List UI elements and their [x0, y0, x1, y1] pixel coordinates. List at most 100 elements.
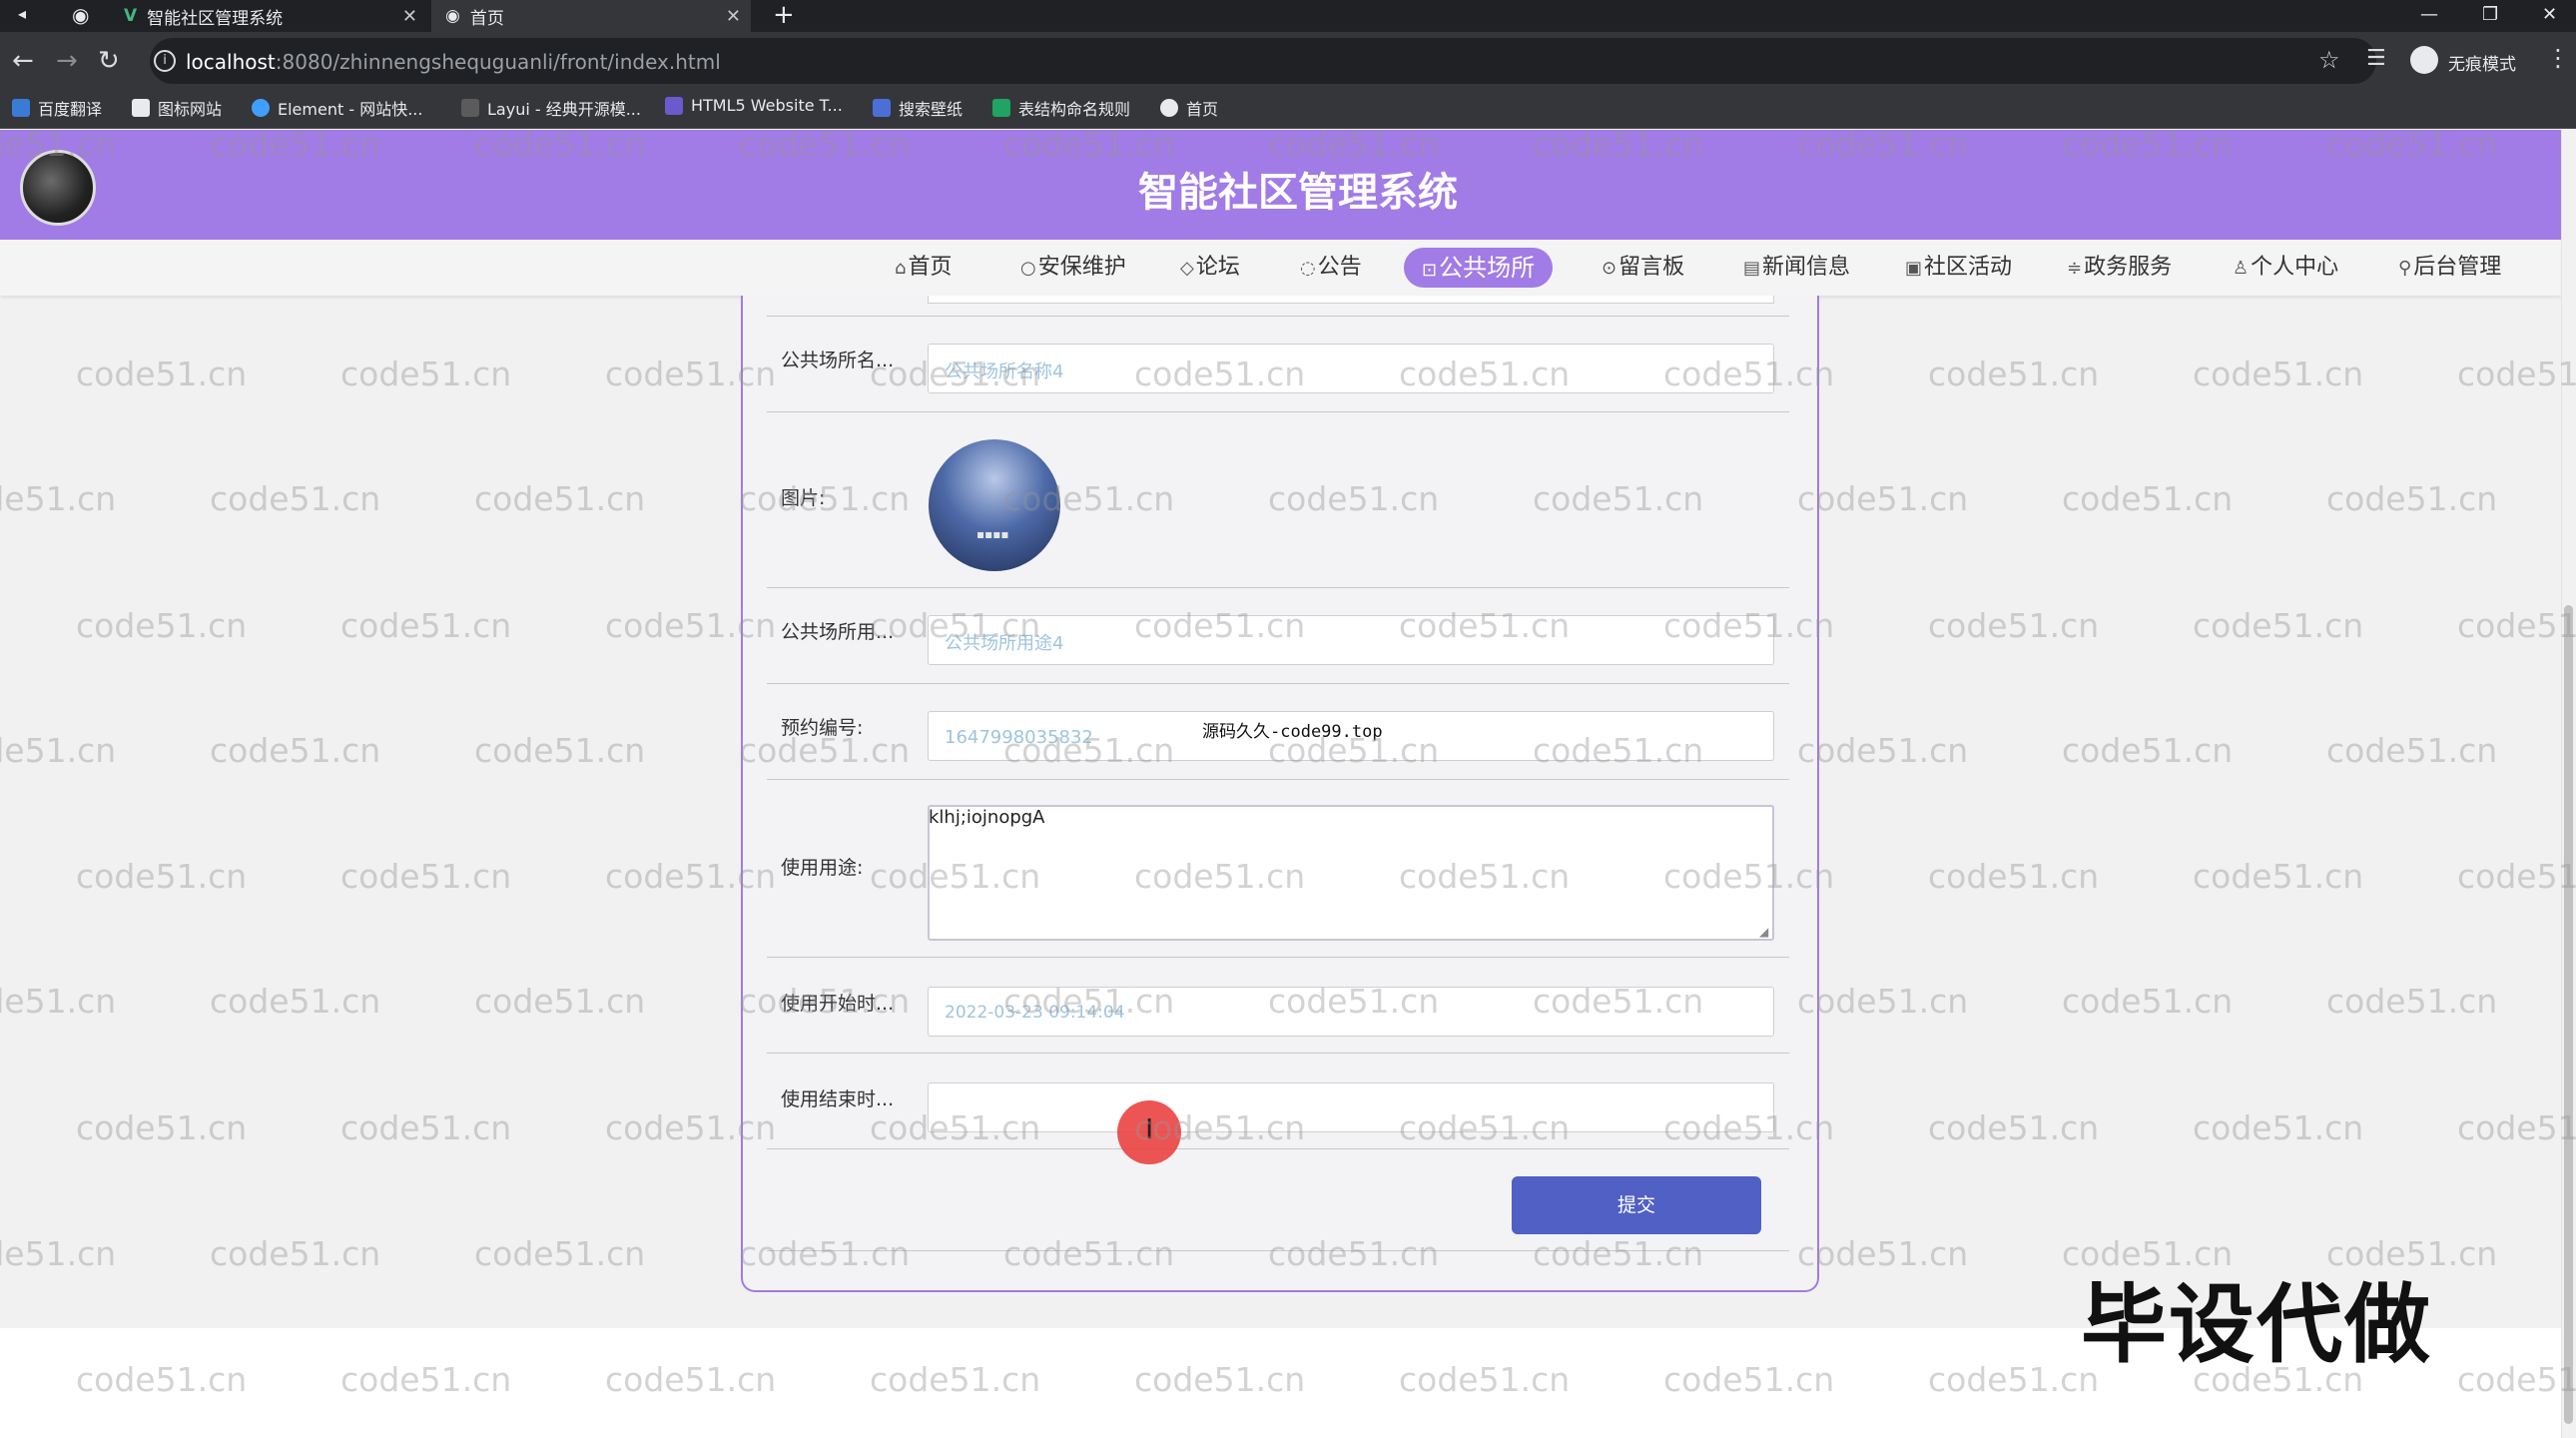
bookmark-label: Layui - 经典开源模...	[487, 100, 641, 119]
watermark-text: code51.cn	[340, 355, 512, 393]
new-tab-button[interactable]: +	[773, 0, 795, 30]
place-image	[929, 439, 1060, 571]
globe-icon	[1160, 99, 1178, 117]
bookmark-home[interactable]: 首页	[1160, 96, 1218, 120]
watermark-text: code51.cn	[1928, 1108, 2100, 1147]
watermark-text: code51.cn	[2193, 1108, 2364, 1147]
nav-message-board[interactable]: ⊙留言板	[1602, 248, 1684, 288]
previous-field-edge	[928, 296, 1774, 304]
source-note: 源码久久-code99.top	[1202, 722, 1383, 742]
nav-public-place[interactable]: ⊡公共场所	[1404, 248, 1554, 288]
wallpaper-icon	[873, 99, 891, 117]
nav-admin[interactable]: ⚲后台管理	[2398, 248, 2501, 288]
incognito-label[interactable]: 无痕模式	[2448, 50, 2516, 75]
element-icon	[252, 99, 270, 117]
submit-button[interactable]: 提交	[1512, 1176, 1761, 1234]
watermark-text: code51.cn	[76, 857, 248, 896]
nav-news[interactable]: ▤新闻信息	[1743, 248, 1850, 288]
site-logo[interactable]	[20, 150, 96, 226]
divider	[767, 1250, 1789, 1251]
watermark-text: code51.cn	[340, 1108, 512, 1147]
nav-profile[interactable]: ♙个人中心	[2233, 248, 2338, 288]
bookmark-icon-site[interactable]: 图标网站	[132, 96, 222, 120]
nav-label: 论坛	[1195, 255, 1240, 280]
watermark-text: code51.cn	[1797, 731, 1969, 770]
nav-label: 公告	[1317, 255, 1362, 280]
link-icon: ⚲	[2398, 258, 2412, 279]
globe-icon: ◉	[445, 6, 460, 26]
bookmark-element[interactable]: Element - 网站快...	[252, 96, 422, 120]
menu-icon[interactable]: ⋮	[2546, 44, 2570, 72]
watermark-text: code51.cn	[474, 731, 646, 770]
reading-list-icon[interactable]: ☰	[2366, 46, 2386, 71]
news-icon: ▤	[1743, 258, 1761, 279]
restore-icon[interactable]: ❐	[2482, 4, 2498, 25]
watermark-text: code51.cn	[2457, 355, 2576, 393]
divider	[767, 316, 1789, 317]
purpose-textarea[interactable]	[928, 805, 1774, 941]
tab-home[interactable]: ◉ 首页 ✕	[431, 0, 751, 32]
info-icon[interactable]: i	[154, 50, 176, 72]
watermark-text: code51.cn	[474, 479, 646, 518]
home-icon: ⌂	[895, 258, 907, 279]
watermark-text: code51.cn	[210, 1234, 381, 1273]
scrollbar-thumb[interactable]	[2564, 605, 2573, 1424]
watermark-text: code51.cn	[2193, 606, 2364, 645]
sheet-icon	[992, 99, 1010, 117]
bookmark-layui[interactable]: Layui - 经典开源模...	[461, 96, 641, 120]
nav-label: 后台管理	[2413, 255, 2502, 280]
watermark-text: code51.cn	[2193, 857, 2364, 896]
watermark-text: code51.cn	[2062, 982, 2234, 1021]
bookmark-baidu-translate[interactable]: 百度翻译	[12, 96, 102, 120]
resize-handle-icon[interactable]: ◢	[1759, 925, 1768, 939]
watermark-text: code51.cn	[2193, 355, 2364, 393]
forward-icon[interactable]: →	[56, 46, 78, 76]
main-nav	[0, 240, 2561, 296]
nav-security[interactable]: ○安保维护	[1020, 248, 1126, 288]
back-icon[interactable]: ←	[12, 46, 34, 76]
star-icon[interactable]: ☆	[2318, 46, 2340, 74]
globe-icon: ◉	[72, 3, 90, 27]
reload-icon[interactable]: ↻	[98, 46, 120, 76]
bookmark-table-naming[interactable]: 表结构命名规则	[992, 96, 1130, 120]
nav-label: 社区活动	[1924, 255, 2013, 280]
close-window-icon[interactable]: ✕	[2542, 4, 2557, 25]
watermark-text: code51.cn	[2062, 731, 2234, 770]
divider	[767, 587, 1789, 588]
nav-label: 公共场所	[1439, 254, 1536, 282]
url-text[interactable]: localhost:8080/zhinnengshequguanli/front…	[186, 50, 721, 74]
watermark-text: code51.cn	[1797, 982, 1969, 1021]
nav-home[interactable]: ⌂首页	[895, 248, 952, 288]
divider	[767, 1053, 1789, 1054]
nav-notice[interactable]: ◌公告	[1300, 248, 1362, 288]
bookmark-label: Element - 网站快...	[278, 100, 423, 119]
minimize-icon[interactable]: —	[2420, 4, 2438, 25]
bookmark-label: 百度翻译	[38, 100, 103, 119]
watermark-text: code51.cn	[76, 606, 248, 645]
watermark-text: code51.cn	[1928, 355, 2100, 393]
tab-home-title: 首页	[469, 8, 504, 29]
place-usage-label: 公共场所用...	[781, 621, 895, 643]
html5-icon	[665, 96, 683, 115]
watermark-text: code51.cn	[1928, 857, 2100, 896]
nav-government[interactable]: ≑政务服务	[2067, 248, 2172, 288]
tab-admin[interactable]: V 智能社区管理系统 ✕	[112, 0, 427, 32]
end-time-input[interactable]	[928, 1082, 1774, 1132]
divider	[767, 411, 1789, 412]
nav-forum[interactable]: ◇论坛	[1180, 248, 1240, 288]
user-icon: ♙	[2233, 258, 2250, 279]
nav-activity[interactable]: ▣社区活动	[1905, 248, 2012, 288]
watermark-text: code51.cn	[1928, 606, 2100, 645]
bookmark-html5[interactable]: HTML5 Website T...	[665, 96, 843, 115]
nav-label: 新闻信息	[1762, 255, 1851, 280]
watermark-text: code51.cn	[0, 479, 117, 518]
close-tab-icon[interactable]: ✕	[402, 6, 417, 27]
bookmark-label: 图标网站	[158, 100, 223, 119]
close-tab-icon[interactable]: ✕	[726, 6, 741, 27]
service-icon: ≑	[2067, 258, 2083, 279]
booking-number-value: 1647998035832	[945, 727, 1093, 748]
tab-search-icon[interactable]: ◂	[18, 4, 26, 23]
bookmark-wallpaper[interactable]: 搜索壁纸	[873, 96, 963, 120]
calendar-icon: ▣	[1905, 258, 1923, 279]
text-cursor-icon: I	[1145, 1112, 1154, 1145]
